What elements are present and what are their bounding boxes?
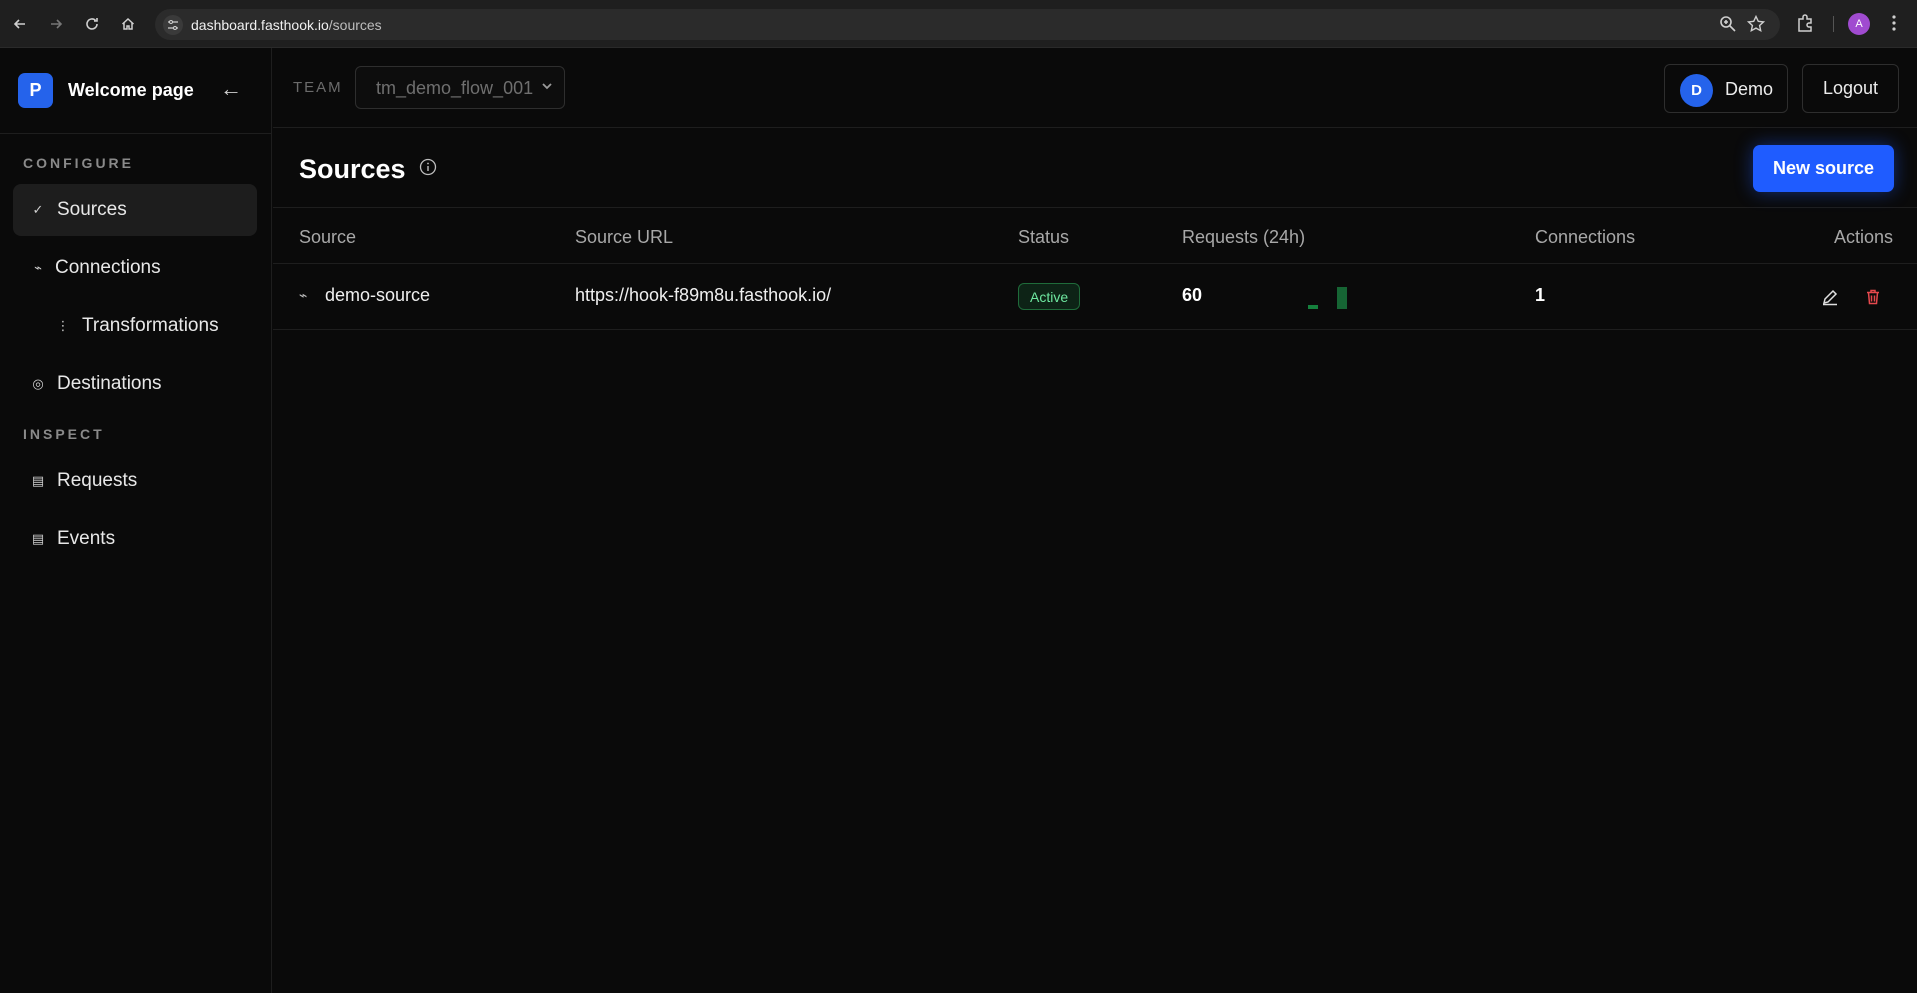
home-icon[interactable] bbox=[116, 12, 140, 36]
url-text[interactable]: dashboard.fasthook.io/sources bbox=[191, 17, 382, 33]
column-header-source-url[interactable]: Source URL bbox=[575, 227, 673, 248]
user-menu-button[interactable]: D Demo bbox=[1664, 64, 1788, 113]
team-select[interactable]: tm_demo_flow_001 bbox=[355, 66, 565, 109]
user-name: Demo bbox=[1725, 79, 1774, 99]
url-path: /sources bbox=[328, 17, 382, 33]
sparkline-bar bbox=[1337, 287, 1347, 309]
list-icon: ▤ bbox=[31, 531, 45, 546]
column-header-source[interactable]: Source bbox=[299, 227, 356, 248]
forward-icon[interactable] bbox=[44, 12, 68, 36]
dots-icon: ⋮ bbox=[56, 318, 70, 333]
requests-count: 60 bbox=[1182, 285, 1203, 305]
site-settings-icon[interactable] bbox=[163, 15, 183, 35]
reload-icon[interactable] bbox=[80, 12, 104, 36]
requests-sparkline bbox=[1308, 287, 1348, 314]
team-select-value: tm_demo_flow_001 bbox=[376, 78, 534, 98]
connections-count: 1 bbox=[1535, 285, 1546, 305]
source-flow-icon: ⌁ bbox=[299, 287, 308, 303]
table-row[interactable]: ⌁ demo-source https://hook-f89m8u.fastho… bbox=[273, 265, 1917, 330]
toolbar-divider bbox=[1833, 16, 1834, 32]
sidebar-item-label: Events bbox=[57, 528, 116, 549]
browser-toolbar: dashboard.fasthook.io/sources A bbox=[0, 0, 1917, 48]
bookmark-star-icon[interactable] bbox=[1746, 14, 1766, 39]
sidebar-item-label: Requests bbox=[57, 470, 138, 491]
column-header-connections[interactable]: Connections bbox=[1535, 227, 1635, 248]
edit-pencil-icon[interactable] bbox=[1820, 287, 1840, 312]
check-icon: ✓ bbox=[32, 202, 44, 217]
sidebar: P Welcome page ← CONFIGURE ✓ Sources ⌁ C… bbox=[0, 48, 272, 993]
brand-title[interactable]: Welcome page bbox=[68, 80, 194, 101]
sidebar-item-connections[interactable]: ⌁ Connections bbox=[13, 242, 257, 294]
browser-menu-icon[interactable] bbox=[1886, 12, 1902, 39]
section-label-configure: CONFIGURE bbox=[23, 155, 134, 171]
sidebar-item-label: Transformations bbox=[82, 315, 219, 336]
source-url[interactable]: https://hook-f89m8u.fasthook.io/ bbox=[575, 285, 831, 306]
target-icon: ◎ bbox=[32, 376, 44, 391]
logout-button[interactable]: Logout bbox=[1802, 64, 1899, 113]
sidebar-item-requests[interactable]: ▤ Requests bbox=[13, 455, 257, 507]
sidebar-item-label: Destinations bbox=[57, 373, 162, 394]
collapse-arrow-icon[interactable]: ← bbox=[220, 76, 242, 102]
top-header: TEAM tm_demo_flow_001 D Demo Logout bbox=[273, 48, 1917, 128]
sidebar-brand: P Welcome page ← bbox=[0, 48, 272, 134]
sidebar-item-sources[interactable]: ✓ Sources bbox=[13, 184, 257, 236]
zoom-icon[interactable] bbox=[1718, 14, 1738, 39]
profile-avatar[interactable]: A bbox=[1848, 13, 1870, 35]
column-header-actions: Actions bbox=[1834, 227, 1894, 247]
extensions-puzzle-icon[interactable] bbox=[1795, 12, 1817, 39]
chevron-down-icon bbox=[540, 79, 554, 98]
url-domain: dashboard.fasthook.io bbox=[191, 17, 329, 33]
list-icon: ▤ bbox=[31, 473, 45, 488]
column-header-requests[interactable]: Requests (24h) bbox=[1182, 227, 1305, 248]
source-name[interactable]: demo-source bbox=[325, 285, 430, 306]
sidebar-item-label: Sources bbox=[57, 199, 127, 220]
page-title: Sources bbox=[299, 154, 406, 184]
table-header: Source Source URL Status Requests (24h) … bbox=[273, 209, 1917, 264]
info-icon[interactable] bbox=[419, 158, 437, 181]
address-bar[interactable]: dashboard.fasthook.io/sources bbox=[155, 9, 1780, 40]
column-header-status[interactable]: Status bbox=[1018, 227, 1069, 248]
team-label: TEAM bbox=[293, 79, 343, 96]
new-source-button[interactable]: New source bbox=[1753, 145, 1894, 192]
section-label-inspect: INSPECT bbox=[23, 426, 105, 442]
sidebar-item-destinations[interactable]: ◎ Destinations bbox=[13, 358, 257, 410]
sidebar-item-label: Connections bbox=[55, 257, 161, 278]
flow-icon: ⌁ bbox=[34, 260, 42, 275]
back-icon[interactable] bbox=[8, 12, 32, 36]
brand-logo[interactable]: P bbox=[18, 73, 53, 108]
page-header: Sources New source bbox=[273, 129, 1917, 208]
main-content: Sources New source Source Source URL Sta… bbox=[273, 129, 1917, 993]
delete-trash-icon[interactable] bbox=[1863, 287, 1883, 312]
status-badge: Active bbox=[1018, 283, 1081, 310]
sidebar-item-transformations[interactable]: ⋮ Transformations bbox=[38, 300, 257, 352]
sparkline-bar bbox=[1308, 305, 1318, 309]
sidebar-item-events[interactable]: ▤ Events bbox=[13, 513, 257, 565]
avatar: D bbox=[1680, 74, 1713, 107]
